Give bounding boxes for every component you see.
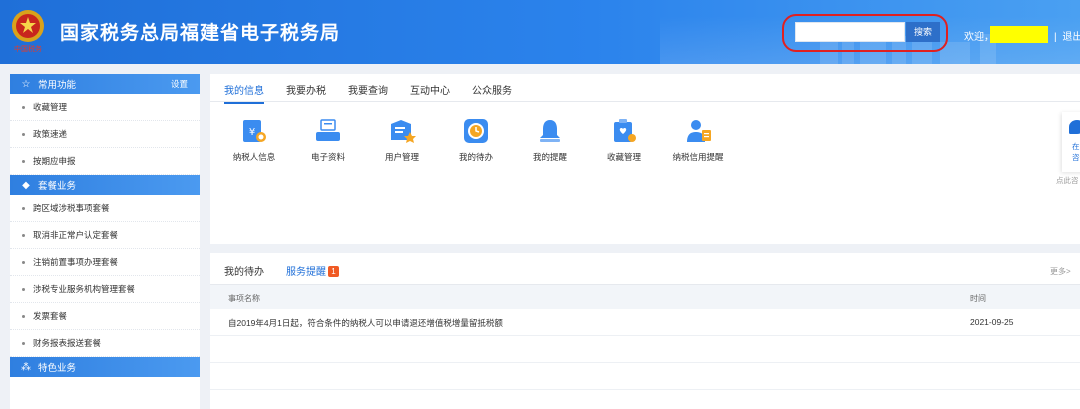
sidebar-item-policy[interactable]: 政策速递 <box>10 121 200 148</box>
exit-area: | 退出 <box>1054 28 1080 43</box>
my-info-panel: 我的信息 我要办税 我要查询 互动中心 公众服务 ¥ 纳税人信息 电子资料 用户… <box>210 74 1080 244</box>
bullet-icon <box>22 132 25 136</box>
func-my-todo[interactable]: 我的待办 <box>446 116 506 163</box>
sidebar-section-package[interactable]: ◆ 套餐业务 <box>10 175 200 195</box>
username-redaction <box>990 26 1048 43</box>
func-label: 电子资料 <box>310 152 345 162</box>
tabs-divider <box>210 101 1080 102</box>
sidebar-section-common[interactable]: ☆ 常用功能 设置 <box>10 74 200 94</box>
tab-service-reminders[interactable]: 服务提醒 1 <box>286 263 339 286</box>
grid-icon: ⁂ <box>21 361 31 373</box>
sidebar-section-title: 常用功能 <box>38 80 77 91</box>
bullet-icon <box>22 287 25 291</box>
column-header-name: 事项名称 <box>228 294 260 303</box>
func-user-management[interactable]: 用户管理 <box>372 116 432 163</box>
sidebar-section-special[interactable]: ⁂ 特色业务 <box>10 357 200 377</box>
sidebar-item-label: 发票套餐 <box>33 311 68 321</box>
sidebar-item-deregistration[interactable]: 注销前置事项办理套餐 <box>10 249 200 276</box>
func-label: 纳税信用提醒 <box>672 152 724 162</box>
reminder-count-badge: 1 <box>328 266 339 277</box>
table-row-empty <box>210 336 1080 363</box>
electronic-files-icon <box>313 116 343 146</box>
layers-icon: ◆ <box>22 179 30 191</box>
sidebar-item-service-agency[interactable]: 涉税专业服务机构管理套餐 <box>10 276 200 303</box>
sidebar-item-label: 政策速递 <box>33 129 68 139</box>
sidebar-item-label: 收藏管理 <box>33 102 68 112</box>
search-highlight-annotation <box>782 14 948 52</box>
table-header: 事项名称 时间 <box>210 284 1080 309</box>
sidebar-section-title: 特色业务 <box>38 363 77 374</box>
chat-bubble-icon <box>1069 120 1080 134</box>
func-label: 纳税人信息 <box>232 152 276 162</box>
top-header: 中国税务 国家税务总局福建省电子税务局 搜索 欢迎， | 退出 <box>0 0 1080 64</box>
more-link[interactable]: 更多> <box>1050 266 1071 277</box>
reminders-panel: 我的待办 服务提醒 1 更多> 事项名称 时间 自2019年4月1日起，符合条件的… <box>210 253 1080 409</box>
favorites-icon <box>609 116 639 146</box>
sidebar-item-cross-region[interactable]: 跨区域涉税事项套餐 <box>10 195 200 222</box>
exit-link[interactable]: 退出 <box>1062 32 1080 43</box>
sidebar-item-label: 取消非正常户认定套餐 <box>33 230 119 240</box>
func-label: 我的提醒 <box>532 152 567 162</box>
sidebar-item-invoice[interactable]: 发票套餐 <box>10 303 200 330</box>
table-row-empty <box>210 363 1080 390</box>
func-label: 我的待办 <box>458 152 493 162</box>
sidebar: ☆ 常用功能 设置 收藏管理 政策速递 按期应申报 ◆ 套餐业务 跨区域涉税事项… <box>10 74 200 409</box>
sidebar-item-label: 涉税专业服务机构管理套餐 <box>33 284 136 294</box>
sidebar-section-title: 套餐业务 <box>38 181 77 192</box>
func-electronic-files[interactable]: 电子资料 <box>298 116 358 163</box>
bullet-icon <box>22 341 25 345</box>
site-title: 国家税务总局福建省电子税务局 <box>60 23 341 44</box>
reminder-tabs: 我的待办 服务提醒 1 <box>224 263 361 286</box>
star-icon: ☆ <box>21 78 31 90</box>
func-my-reminders[interactable]: 我的提醒 <box>520 116 580 163</box>
func-taxpayer-info[interactable]: ¥ 纳税人信息 <box>224 116 284 163</box>
row-item-name[interactable]: 自2019年4月1日起，符合条件的纳税人可以申请退还增值税增量留抵税额 <box>228 317 503 329</box>
todo-clock-icon <box>461 116 491 146</box>
func-credit-reminder[interactable]: 纳税信用提醒 <box>668 116 728 163</box>
bullet-icon <box>22 233 25 237</box>
bullet-icon <box>22 314 25 318</box>
tab-label: 我的待办 <box>224 267 264 278</box>
online-consult-label-1: 在线 <box>1072 142 1080 151</box>
credit-reminder-icon <box>683 116 713 146</box>
bullet-icon <box>22 105 25 109</box>
sidebar-item-periodic-filing[interactable]: 按期应申报 <box>10 148 200 175</box>
sidebar-item-favorites[interactable]: 收藏管理 <box>10 94 200 121</box>
bell-icon <box>535 116 565 146</box>
sidebar-item-label: 跨区域涉税事项套餐 <box>33 203 110 213</box>
column-header-time: 时间 <box>970 294 986 303</box>
svg-text:¥: ¥ <box>249 127 255 138</box>
sidebar-item-label: 注销前置事项办理套餐 <box>33 257 119 267</box>
sidebar-item-financial-report[interactable]: 财务报表报送套餐 <box>10 330 200 357</box>
table-row[interactable]: 自2019年4月1日起，符合条件的纳税人可以申请退还增值税增量留抵税额 2021… <box>210 309 1080 336</box>
tax-emblem-logo: 中国税务 <box>10 8 46 54</box>
row-item-time: 2021-09-25 <box>970 317 1014 327</box>
user-management-icon <box>387 116 417 146</box>
tab-label: 服务提醒 <box>286 267 326 278</box>
header-separator: | <box>1054 32 1057 43</box>
bullet-icon <box>22 206 25 210</box>
func-label: 收藏管理 <box>606 152 641 162</box>
settings-link[interactable]: 设置 <box>171 78 188 90</box>
func-favorites[interactable]: 收藏管理 <box>594 116 654 163</box>
sidebar-item-label: 按期应申报 <box>33 156 76 166</box>
taxpayer-info-icon: ¥ <box>239 116 269 146</box>
online-consult-button[interactable]: 在线 咨询 <box>1062 112 1080 172</box>
svg-text:中国税务: 中国税务 <box>14 44 42 53</box>
tab-my-todo[interactable]: 我的待办 <box>224 263 264 286</box>
sidebar-item-cancel-abnormal[interactable]: 取消非正常户认定套餐 <box>10 222 200 249</box>
online-consult-label-2: 咨询 <box>1072 153 1080 162</box>
consult-hint-link[interactable]: 点此咨 <box>1056 175 1079 186</box>
sidebar-item-label: 财务报表报送套餐 <box>33 338 102 348</box>
bullet-icon <box>22 159 25 163</box>
func-label: 用户管理 <box>384 152 419 162</box>
bullet-icon <box>22 260 25 264</box>
